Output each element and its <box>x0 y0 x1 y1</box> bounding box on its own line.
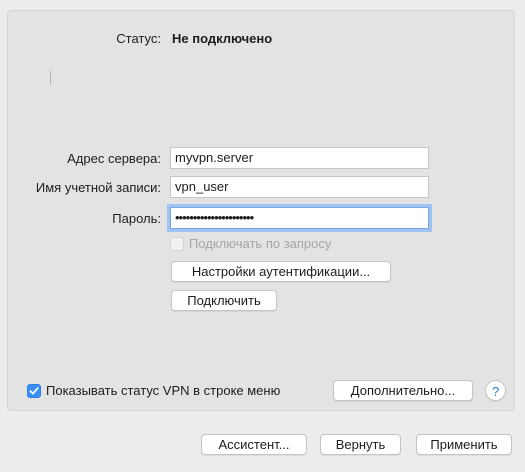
status-label: Статус: <box>116 31 161 46</box>
account-name-field[interactable]: vpn_user <box>170 176 429 198</box>
question-mark-icon[interactable]: ? <box>485 380 506 401</box>
status-value: Не подключено <box>172 31 273 46</box>
connect-on-demand-label: Подключать по запросу <box>189 236 332 251</box>
advanced-button[interactable]: Дополнительно... <box>333 380 473 401</box>
password-label: Пароль: <box>112 211 161 226</box>
revert-button[interactable]: Вернуть <box>320 434 401 455</box>
show-vpn-status-checkbox[interactable] <box>27 383 41 398</box>
connect-button[interactable]: Подключить <box>171 290 277 311</box>
account-name-label: Имя учетной записи: <box>35 180 161 195</box>
connect-on-demand-checkbox[interactable] <box>170 236 184 251</box>
show-vpn-status-label: Показывать статус VPN в строке меню <box>46 383 281 398</box>
server-address-label: Адрес сервера: <box>67 151 161 166</box>
checkmark-icon <box>29 386 39 394</box>
connect-on-demand-row[interactable]: Подключать по запросу <box>170 236 331 251</box>
server-address-field[interactable]: myvpn.server <box>170 147 429 169</box>
authentication-settings-button[interactable]: Настройки аутентификации... <box>171 261 391 282</box>
apply-button[interactable]: Применить <box>416 434 512 455</box>
assistant-button[interactable]: Ассистент... <box>201 434 307 455</box>
show-vpn-status-row[interactable]: Показывать статус VPN в строке меню <box>27 383 280 398</box>
password-field[interactable]: •••••••••••••••••••••• <box>170 207 429 229</box>
divider <box>50 71 51 85</box>
